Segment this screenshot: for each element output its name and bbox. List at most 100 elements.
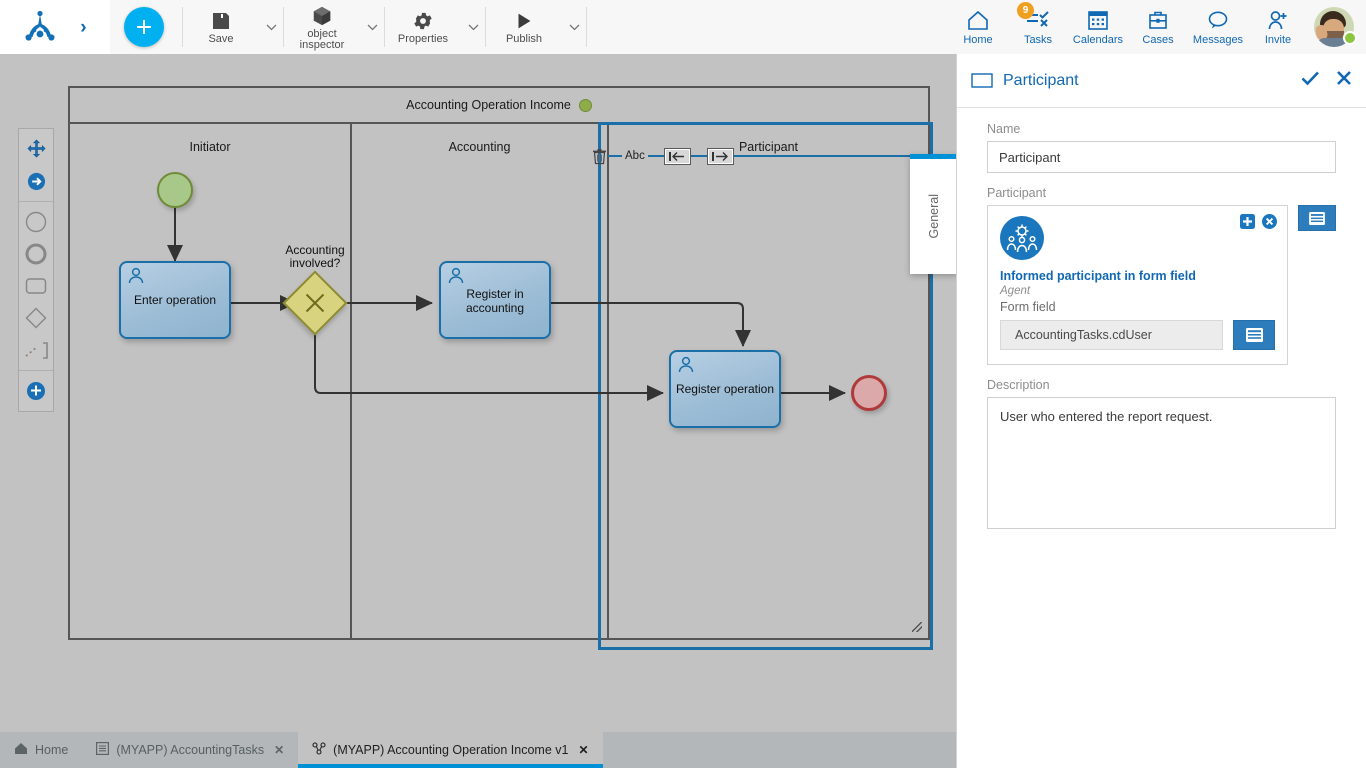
sequence-flow-tool[interactable]: [19, 165, 53, 197]
start-event[interactable]: [157, 172, 193, 208]
nav-item-cases[interactable]: Cases: [1128, 0, 1188, 54]
nav-item-messages[interactable]: Messages: [1188, 0, 1248, 54]
check-icon[interactable]: [1301, 70, 1320, 91]
tab-accounting-operation-income[interactable]: (MYAPP) Accounting Operation Income v1 ✕: [298, 732, 602, 768]
object-inspector-group: object inspector: [284, 0, 384, 54]
pool-header[interactable]: Accounting Operation Income: [70, 88, 928, 124]
close-icon[interactable]: [1336, 70, 1352, 91]
delete-icon[interactable]: [590, 148, 608, 165]
form-field-browse-button[interactable]: [1233, 320, 1275, 350]
cube-icon: [311, 4, 333, 28]
lane-accounting[interactable]: Accounting: [352, 124, 609, 640]
tab-home[interactable]: Home: [0, 732, 82, 768]
pool-resize-grip[interactable]: [912, 622, 922, 632]
nav-label-home: Home: [963, 34, 992, 46]
general-tab-label: General: [927, 194, 941, 238]
properties-button[interactable]: Properties: [385, 0, 461, 54]
description-label: Description: [987, 378, 1336, 392]
lane-tool[interactable]: [19, 334, 53, 366]
nav-item-calendars[interactable]: Calendars: [1068, 0, 1128, 54]
briefcase-icon: [1146, 8, 1170, 32]
avatar[interactable]: [1308, 0, 1360, 54]
participant-select-wrap: [1298, 205, 1336, 231]
lane-title-accounting: Accounting: [352, 140, 607, 154]
task-register-operation[interactable]: Register operation: [669, 350, 781, 428]
lane-rectangle-icon: [971, 73, 993, 88]
bonita-logo-icon[interactable]: [23, 10, 57, 44]
play-icon: [513, 9, 535, 33]
publish-dropdown-caret[interactable]: [562, 0, 586, 54]
nav-label-tasks: Tasks: [1024, 34, 1052, 46]
app-root: › Save: [0, 0, 1366, 768]
participant-select-button[interactable]: [1298, 205, 1336, 231]
toolbar-connector: [691, 155, 707, 157]
move-lane-down-icon[interactable]: [707, 148, 734, 165]
add-button[interactable]: [124, 7, 164, 47]
global-nav: Home 9 Tasks: [948, 0, 1366, 54]
description-textarea[interactable]: [987, 397, 1336, 529]
process-icon: [312, 742, 326, 758]
tab-accountingtasks[interactable]: (MYAPP) AccountingTasks ✕: [82, 732, 298, 768]
properties-label: Properties: [398, 34, 448, 45]
gateway-label: Accounting involved?: [255, 244, 375, 269]
nav-label-messages: Messages: [1193, 34, 1243, 46]
object-inspector-dropdown-caret[interactable]: [360, 0, 384, 54]
nav-item-home[interactable]: Home: [948, 0, 1008, 54]
palette-group-tools: [19, 129, 53, 202]
save-button[interactable]: Save: [183, 0, 259, 54]
lane-initiator[interactable]: Initiator: [70, 124, 352, 640]
form-field-value[interactable]: AccountingTasks.cdUser: [1000, 320, 1223, 350]
left-tool-group: Save object inspector: [110, 0, 587, 54]
nav-label-calendars: Calendars: [1073, 34, 1123, 46]
task-label: Register in accounting: [441, 287, 549, 315]
diagram-canvas[interactable]: Accounting Operation Income Initiator Ac…: [0, 54, 956, 732]
toolbar-connector: [648, 155, 664, 157]
gateway-tool[interactable]: [19, 302, 53, 334]
card-tools: [1240, 214, 1277, 229]
general-tab-popup[interactable]: General: [910, 154, 956, 274]
gear-icon: [412, 9, 434, 33]
chat-bubble-icon: [1206, 8, 1230, 32]
start-event-tool[interactable]: [19, 206, 53, 238]
rename-label[interactable]: Abc: [622, 148, 648, 165]
publish-group: Publish: [486, 0, 586, 54]
spacer: [987, 365, 1336, 378]
move-tool[interactable]: [19, 133, 53, 165]
logo-zone: ›: [0, 0, 110, 54]
task-label: Register operation: [671, 382, 779, 396]
agent-type: Agent: [1000, 285, 1275, 297]
plus-square-icon[interactable]: [1240, 214, 1255, 229]
nav-label-invite: Invite: [1265, 34, 1291, 46]
add-element-tool[interactable]: [19, 375, 53, 407]
task-label: Enter operation: [121, 293, 229, 307]
x-circle-icon[interactable]: [1262, 214, 1277, 229]
task-enter-operation[interactable]: Enter operation: [119, 261, 231, 339]
end-event-tool[interactable]: [19, 238, 53, 270]
lane-title-initiator: Initiator: [70, 140, 350, 154]
task-label-line2: accounting: [466, 301, 524, 315]
move-lane-up-icon[interactable]: [664, 148, 691, 165]
nav-item-invite[interactable]: Invite: [1248, 0, 1308, 54]
task-register-in-accounting[interactable]: Register in accounting: [439, 261, 551, 339]
toolbar-spacer: [587, 0, 948, 54]
bottom-tab-bar: Home (MYAPP) AccountingTasks ✕ (MYAPP) A…: [0, 732, 956, 768]
task-tool[interactable]: [19, 270, 53, 302]
form-icon: [96, 742, 109, 758]
bpmn-pool[interactable]: Accounting Operation Income Initiator Ac…: [68, 86, 930, 640]
publish-button[interactable]: Publish: [486, 0, 562, 54]
tab-close-icon[interactable]: ✕: [578, 743, 588, 757]
tab-close-icon[interactable]: ✕: [274, 743, 284, 757]
object-inspector-button[interactable]: object inspector: [284, 0, 360, 54]
green-status-dot: [579, 99, 592, 112]
participant-row: Informed participant in form field Agent…: [987, 205, 1336, 365]
nav-label-cases: Cases: [1142, 34, 1173, 46]
user-plus-icon: [1266, 8, 1290, 32]
end-event[interactable]: [851, 375, 887, 411]
chevron-right-icon[interactable]: ›: [80, 18, 86, 37]
nav-item-tasks[interactable]: 9 Tasks: [1008, 0, 1068, 54]
properties-dropdown-caret[interactable]: [461, 0, 485, 54]
pool-title: Accounting Operation Income: [406, 98, 571, 112]
name-input[interactable]: [987, 141, 1336, 173]
save-dropdown-caret[interactable]: [259, 0, 283, 54]
palette-group-shapes: [19, 202, 53, 371]
